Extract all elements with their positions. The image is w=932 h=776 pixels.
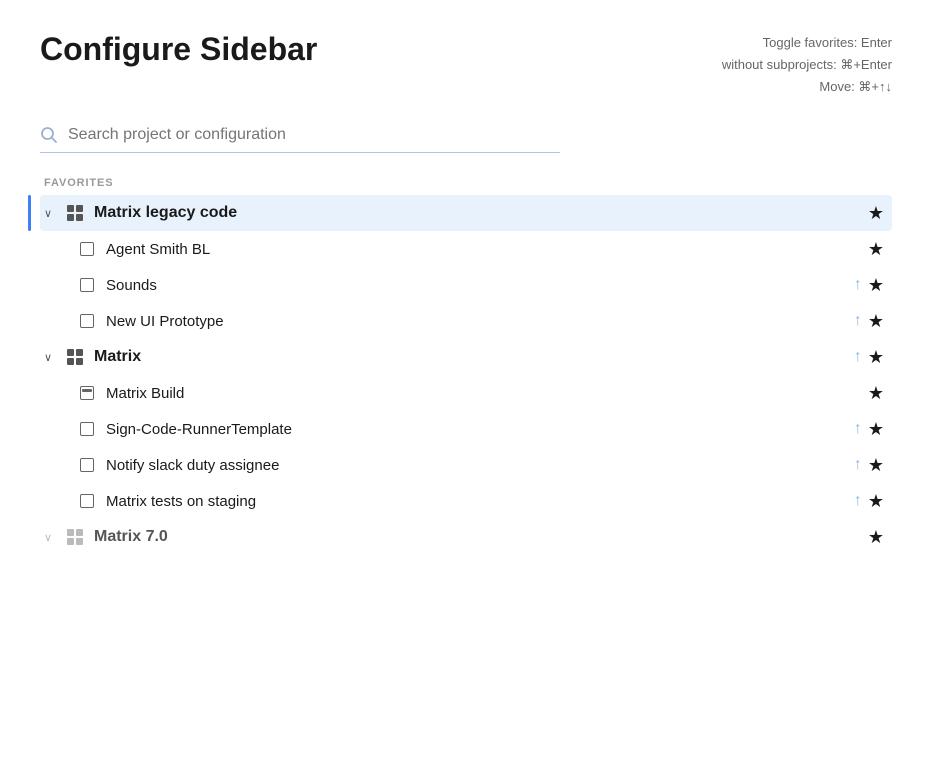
star-icon[interactable]: ★ (868, 239, 884, 260)
list-item[interactable]: ∨ Matrix 7.0 ★ (40, 519, 892, 555)
list-item[interactable]: New UI Prototype ↑ ★ (40, 303, 892, 339)
favorites-list: ∨ Matrix legacy code ★ Agent Smith BL (40, 195, 892, 555)
item-actions: ↑ ★ (854, 275, 884, 296)
search-icon (40, 126, 58, 144)
move-up-icon[interactable]: ↑ (854, 456, 862, 474)
star-icon[interactable]: ★ (868, 203, 884, 224)
page-container: Configure Sidebar Toggle favorites: Ente… (0, 0, 932, 579)
list-item[interactable]: ∨ Matrix legacy code ★ (40, 195, 892, 231)
item-actions: ↑ ★ (854, 311, 884, 332)
config-icon (76, 310, 98, 332)
move-up-icon[interactable]: ↑ (854, 312, 862, 330)
item-name: Matrix Build (106, 385, 868, 402)
item-actions: ★ (868, 203, 884, 224)
item-name: Matrix (94, 348, 854, 366)
star-icon[interactable]: ★ (868, 419, 884, 440)
header-row: Configure Sidebar Toggle favorites: Ente… (40, 32, 892, 98)
search-input[interactable] (68, 126, 560, 144)
star-icon[interactable]: ★ (868, 383, 884, 404)
item-name: Agent Smith BL (106, 241, 868, 258)
item-actions: ★ (868, 383, 884, 404)
item-name: Matrix 7.0 (94, 528, 868, 546)
project-grid-icon (64, 202, 86, 224)
list-item[interactable]: Notify slack duty assignee ↑ ★ (40, 447, 892, 483)
chevron-icon: ∨ (44, 531, 62, 544)
item-name: Sign-Code-RunnerTemplate (106, 421, 854, 438)
item-actions: ↑ ★ (854, 347, 884, 368)
star-icon[interactable]: ★ (868, 311, 884, 332)
config-icon (76, 490, 98, 512)
item-actions: ↑ ★ (854, 491, 884, 512)
item-name: New UI Prototype (106, 313, 854, 330)
section-label-favorites: FAVORITES (40, 177, 892, 189)
shortcut-line3: Move: ⌘+↑↓ (819, 79, 892, 94)
list-item[interactable]: Sounds ↑ ★ (40, 267, 892, 303)
page-title: Configure Sidebar (40, 32, 317, 67)
build-icon (76, 382, 98, 404)
list-item[interactable]: Matrix tests on staging ↑ ★ (40, 483, 892, 519)
chevron-icon: ∨ (44, 207, 62, 220)
favorites-section: FAVORITES ∨ Matrix legacy code ★ (40, 177, 892, 555)
shortcut-line1: Toggle favorites: Enter (763, 35, 892, 50)
config-icon (76, 274, 98, 296)
item-actions: ★ (868, 239, 884, 260)
config-icon (76, 418, 98, 440)
project-grid-icon (64, 526, 86, 548)
config-icon (76, 454, 98, 476)
star-icon[interactable]: ★ (868, 275, 884, 296)
star-icon[interactable]: ★ (868, 347, 884, 368)
config-icon (76, 238, 98, 260)
item-actions: ↑ ★ (854, 455, 884, 476)
move-up-icon[interactable]: ↑ (854, 348, 862, 366)
item-name: Matrix tests on staging (106, 493, 854, 510)
item-name: Notify slack duty assignee (106, 457, 854, 474)
item-actions: ★ (868, 527, 884, 548)
move-up-icon[interactable]: ↑ (854, 492, 862, 510)
item-name: Sounds (106, 277, 854, 294)
move-up-icon[interactable]: ↑ (854, 420, 862, 438)
shortcuts-info: Toggle favorites: Enter without subproje… (722, 32, 892, 98)
star-icon[interactable]: ★ (868, 455, 884, 476)
item-actions: ↑ ★ (854, 419, 884, 440)
project-grid-icon (64, 346, 86, 368)
item-name: Matrix legacy code (94, 204, 868, 222)
list-item[interactable]: Matrix Build ★ (40, 375, 892, 411)
shortcut-line2: without subprojects: ⌘+Enter (722, 57, 892, 72)
move-up-icon[interactable]: ↑ (854, 276, 862, 294)
list-item[interactable]: Agent Smith BL ★ (40, 231, 892, 267)
search-wrapper (40, 126, 560, 153)
star-icon[interactable]: ★ (868, 491, 884, 512)
star-icon[interactable]: ★ (868, 527, 884, 548)
list-item[interactable]: ∨ Matrix ↑ ★ (40, 339, 892, 375)
chevron-icon: ∨ (44, 351, 62, 364)
list-item[interactable]: Sign-Code-RunnerTemplate ↑ ★ (40, 411, 892, 447)
